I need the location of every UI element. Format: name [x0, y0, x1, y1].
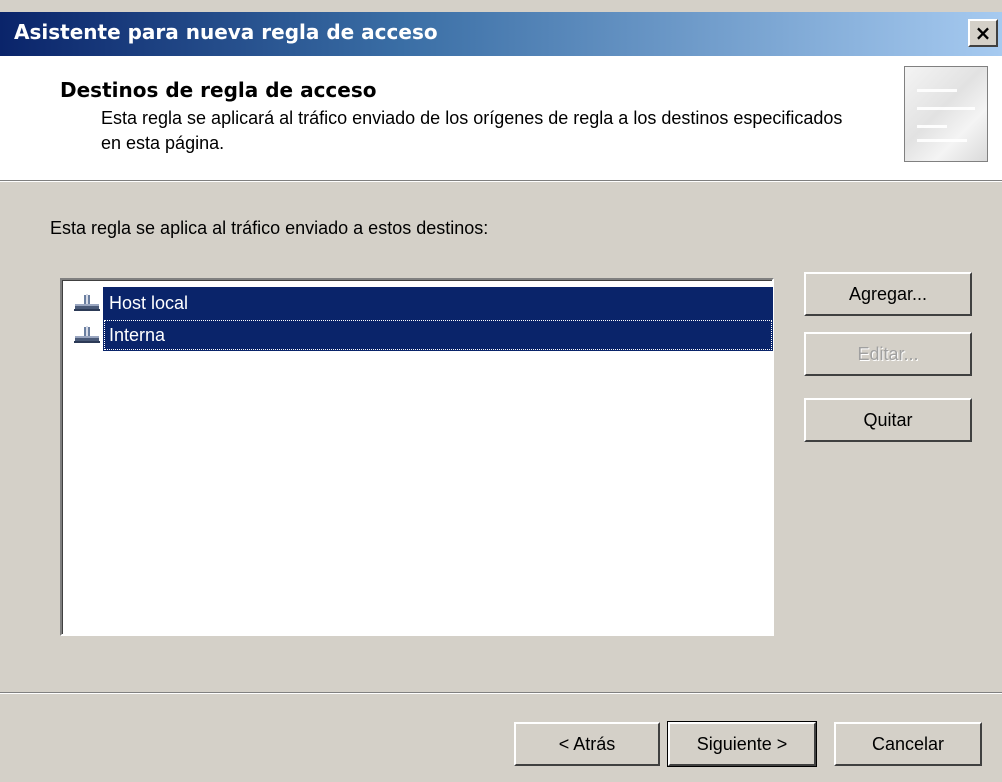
- destinations-list[interactable]: Host local Interna: [60, 278, 774, 636]
- list-item[interactable]: Host local: [73, 287, 773, 319]
- wizard-window: Asistente para nueva regla de acceso × D…: [0, 0, 1002, 782]
- destinations-prompt: Esta regla se aplica al tráfico enviado …: [50, 218, 489, 238]
- add-button[interactable]: Agregar...: [804, 272, 972, 316]
- back-button[interactable]: < Atrás: [514, 722, 660, 766]
- cancel-button[interactable]: Cancelar: [834, 722, 982, 766]
- header-separator: [0, 180, 1002, 182]
- wizard-header: Destinos de regla de acceso Esta regla s…: [0, 56, 1002, 180]
- remove-button[interactable]: Quitar: [804, 398, 972, 442]
- list-item-label: Interna: [103, 319, 773, 351]
- wizard-header-image: [904, 66, 988, 162]
- close-icon: ×: [974, 21, 992, 45]
- list-item-label: Host local: [103, 287, 773, 319]
- page-title: Destinos de regla de acceso: [60, 78, 377, 102]
- footer-separator: [0, 692, 1002, 694]
- page-description: Esta regla se aplicará al tráfico enviad…: [101, 108, 843, 153]
- title-bar[interactable]: Asistente para nueva regla de acceso ×: [0, 12, 1002, 56]
- close-button[interactable]: ×: [968, 19, 998, 47]
- list-item[interactable]: Interna: [73, 319, 773, 351]
- network-icon: [74, 326, 100, 343]
- next-button[interactable]: Siguiente >: [667, 721, 817, 767]
- edit-button[interactable]: Editar...: [804, 332, 972, 376]
- network-icon: [74, 294, 100, 311]
- window-title: Asistente para nueva regla de acceso: [14, 20, 438, 44]
